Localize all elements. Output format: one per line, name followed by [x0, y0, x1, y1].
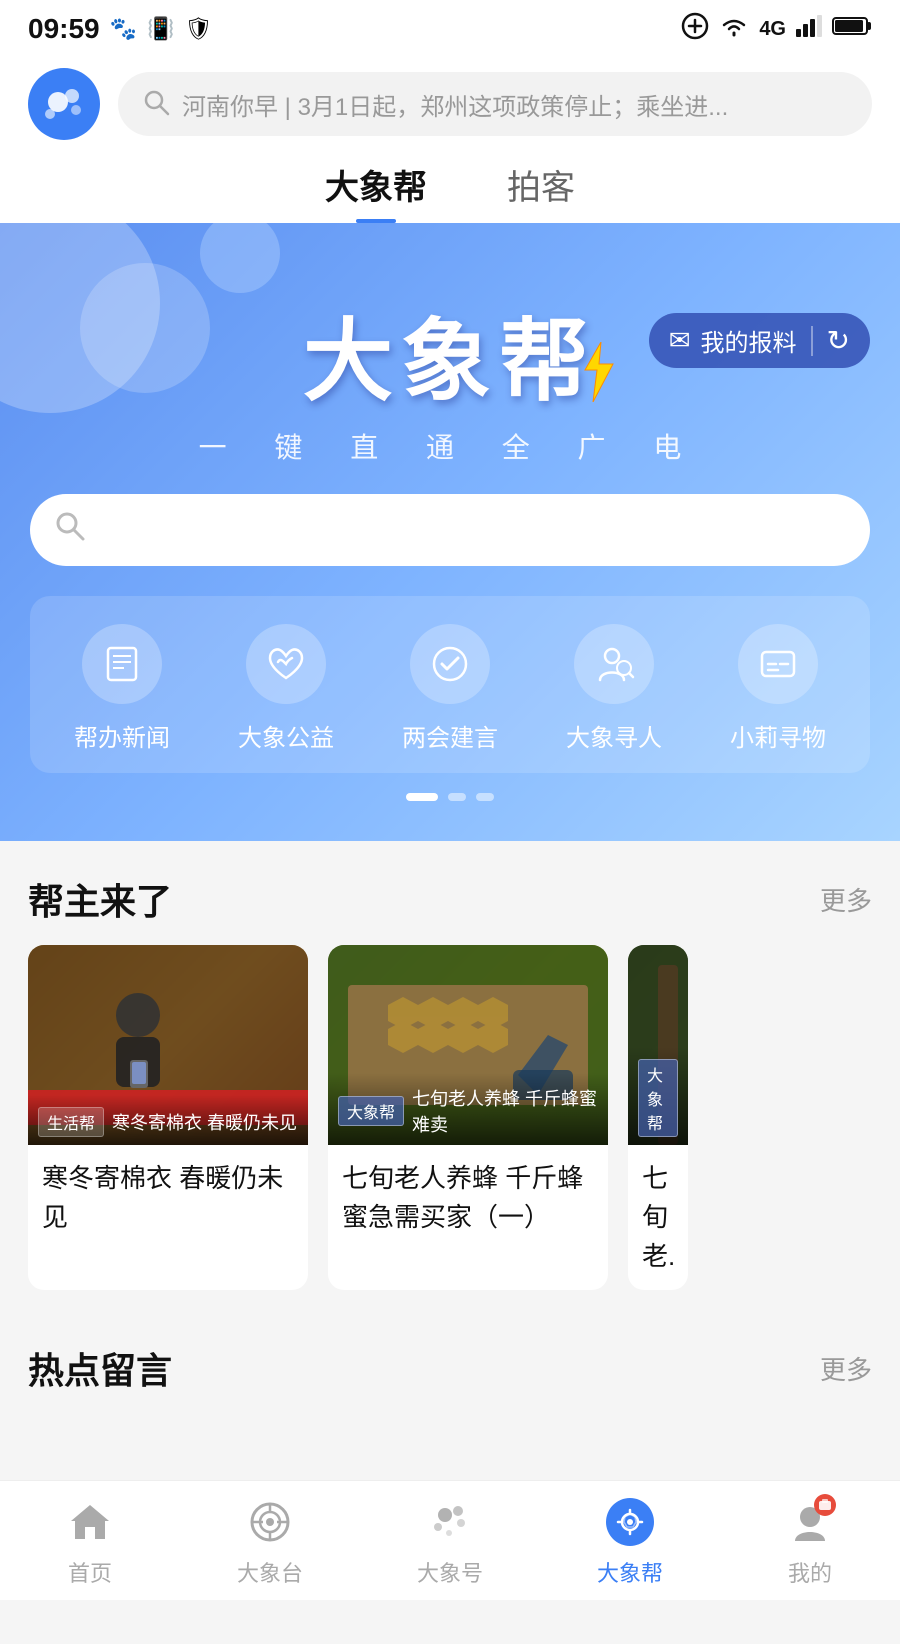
signal-circle-icon: [681, 12, 709, 47]
status-time: 09:59: [28, 13, 100, 45]
nav-mine-badge: [814, 1494, 836, 1516]
nav-daxiangtai-icon: [242, 1494, 298, 1550]
header: 河南你早 | 3月1日起，郑州这项政策停止；乘坐进...: [0, 54, 900, 140]
lianghui-jianyan-label: 两会建言: [402, 718, 498, 753]
category-row: 帮办新闻 大象公益 两会建言: [30, 596, 870, 773]
nav-daxianghao[interactable]: 大象号: [360, 1494, 540, 1588]
my-report-label: 我的报料: [701, 323, 797, 358]
nav-home[interactable]: 首页: [0, 1494, 180, 1588]
status-bar: 09:59 🐾 📳 🛡 4G: [0, 0, 900, 54]
nav-home-icon: [62, 1494, 118, 1550]
news-1-overlay-text: 寒冬寄棉衣 春暖仍未见: [112, 1109, 298, 1135]
status-hand-icon: 📳: [147, 16, 174, 42]
nav-daxianghao-label: 大象号: [417, 1556, 483, 1588]
news-1-overlay: 生活帮 寒冬寄棉衣 春暖仍未见: [28, 1095, 308, 1145]
report-divider: [811, 326, 813, 356]
nav-daxiangbang-label: 大象帮: [597, 1556, 663, 1588]
bottom-navigation: 首页 大象台 大象号: [0, 1480, 900, 1600]
hot-comments-header: 热点留言 更多: [0, 1310, 900, 1414]
bangban-xinwen-label: 帮办新闻: [74, 718, 170, 753]
bangzhu-more[interactable]: 更多: [820, 881, 872, 918]
news-1-source: 生活帮: [38, 1107, 104, 1137]
daxiang-gongyi-label: 大象公益: [238, 718, 334, 753]
news-card-2[interactable]: 大象帮 七旬老人养蜂 千斤蜂蜜难卖 七旬老人养蜂 千斤蜂蜜急需买家（一）: [328, 945, 608, 1290]
banner-search-icon: [54, 510, 86, 550]
category-daxiang-xunren[interactable]: 大象寻人: [566, 624, 662, 753]
nav-mine-label: 我的: [788, 1556, 832, 1588]
category-xiaoli-xunwu[interactable]: 小莉寻物: [730, 624, 826, 753]
category-bangban-xinwen[interactable]: 帮办新闻: [74, 624, 170, 753]
nav-daxiangbang-icon: [602, 1494, 658, 1550]
bangzhu-title: 帮主来了: [28, 873, 172, 925]
category-lianghui-jianyan[interactable]: 两会建言: [402, 624, 498, 753]
news-card-2-content: 七旬老人养蜂 千斤蜂蜜急需买家（一）: [328, 1145, 608, 1251]
daxiang-xunren-icon: [574, 624, 654, 704]
xiaoli-xunwu-label: 小莉寻物: [730, 718, 826, 753]
news-card-2-title: 七旬老人养蜂 千斤蜂蜜急需买家（一）: [342, 1159, 594, 1237]
refresh-icon[interactable]: ↻: [827, 324, 850, 357]
nav-daxianghao-icon: [422, 1494, 478, 1550]
tab-daxiangbang[interactable]: 大象帮: [325, 160, 427, 223]
news-card-3-image: 大象帮: [628, 945, 688, 1145]
signal-bars-icon: [796, 15, 822, 44]
carousel-dots: [30, 793, 870, 801]
tab-pake[interactable]: 拍客: [507, 160, 575, 223]
news-card-2-image: 大象帮 七旬老人养蜂 千斤蜂蜜难卖: [328, 945, 608, 1145]
lianghui-jianyan-icon: [410, 624, 490, 704]
my-report-button[interactable]: ✉ 我的报料 ↻: [649, 313, 870, 368]
status-shield-icon: 🛡: [184, 16, 212, 42]
news-card-3-content: 七旬老...: [628, 1145, 688, 1290]
nav-daxiangtai[interactable]: 大象台: [180, 1494, 360, 1588]
envelope-icon: ✉: [669, 325, 691, 356]
lightning-icon: [577, 342, 617, 402]
status-right-icons: 4G: [681, 12, 872, 47]
dot-3: [476, 793, 494, 801]
search-bar[interactable]: 河南你早 | 3月1日起，郑州这项政策停止；乘坐进...: [118, 72, 872, 136]
news-card-3[interactable]: 大象帮 七旬老...: [628, 945, 688, 1290]
hot-comments-more[interactable]: 更多: [820, 1350, 872, 1387]
daxiang-gongyi-icon: [246, 624, 326, 704]
bangban-xinwen-icon: [82, 624, 162, 704]
wifi-icon: [719, 15, 749, 44]
app-logo[interactable]: [28, 68, 100, 140]
daxiang-xunren-label: 大象寻人: [566, 718, 662, 753]
status-paw-icon: 🐾: [110, 16, 137, 42]
news-2-overlay-text: 七旬老人养蜂 千斤蜂蜜难卖: [412, 1085, 598, 1137]
news-cards-row: 生活帮 寒冬寄棉衣 春暖仍未见 寒冬寄棉衣 春暖仍未见: [0, 945, 900, 1310]
nav-daxiangtai-label: 大象台: [237, 1556, 303, 1588]
hero-banner: ✉ 我的报料 ↻ 大象帮 一 键 直 通 全 广 电: [0, 223, 900, 841]
news-card-3-title: 七旬老...: [642, 1159, 674, 1276]
nav-home-label: 首页: [68, 1556, 112, 1588]
news-card-1-title: 寒冬寄棉衣 春暖仍未见: [42, 1159, 294, 1237]
hero-subtitle: 一 键 直 通 全 广 电: [30, 426, 870, 466]
news-2-overlay: 大象帮 七旬老人养蜂 千斤蜂蜜难卖: [328, 1073, 608, 1145]
category-daxiang-gongyi[interactable]: 大象公益: [238, 624, 334, 753]
nav-daxiangbang[interactable]: 大象帮: [540, 1494, 720, 1588]
search-placeholder-text: 河南你早 | 3月1日起，郑州这项政策停止；乘坐进...: [182, 87, 728, 122]
network-type-label: 4G: [759, 18, 786, 41]
battery-icon: [832, 15, 872, 44]
news-2-source: 大象帮: [338, 1096, 404, 1126]
hot-comments-title: 热点留言: [28, 1342, 172, 1394]
bangzhu-section-header: 帮主来了 更多: [0, 841, 900, 945]
search-icon: [142, 88, 170, 121]
banner-search-input[interactable]: [30, 494, 870, 566]
nav-mine[interactable]: 我的: [720, 1494, 900, 1588]
tab-bar: 大象帮 拍客: [0, 140, 900, 223]
nav-mine-icon: [782, 1494, 838, 1550]
news-card-1-content: 寒冬寄棉衣 春暖仍未见: [28, 1145, 308, 1251]
deco-circle-small: [200, 223, 280, 293]
dot-2: [448, 793, 466, 801]
dot-1: [406, 793, 438, 801]
hero-main-title: 大象帮: [303, 313, 597, 412]
xiaoli-xunwu-icon: [738, 624, 818, 704]
hero-content: ✉ 我的报料 ↻ 大象帮 一 键 直 通 全 广 电: [30, 313, 870, 801]
news-3-source: 大象帮: [638, 1059, 678, 1137]
news-3-overlay: 大象帮: [628, 1047, 688, 1145]
news-card-1[interactable]: 生活帮 寒冬寄棉衣 春暖仍未见 寒冬寄棉衣 春暖仍未见: [28, 945, 308, 1290]
news-card-1-image: 生活帮 寒冬寄棉衣 春暖仍未见: [28, 945, 308, 1145]
